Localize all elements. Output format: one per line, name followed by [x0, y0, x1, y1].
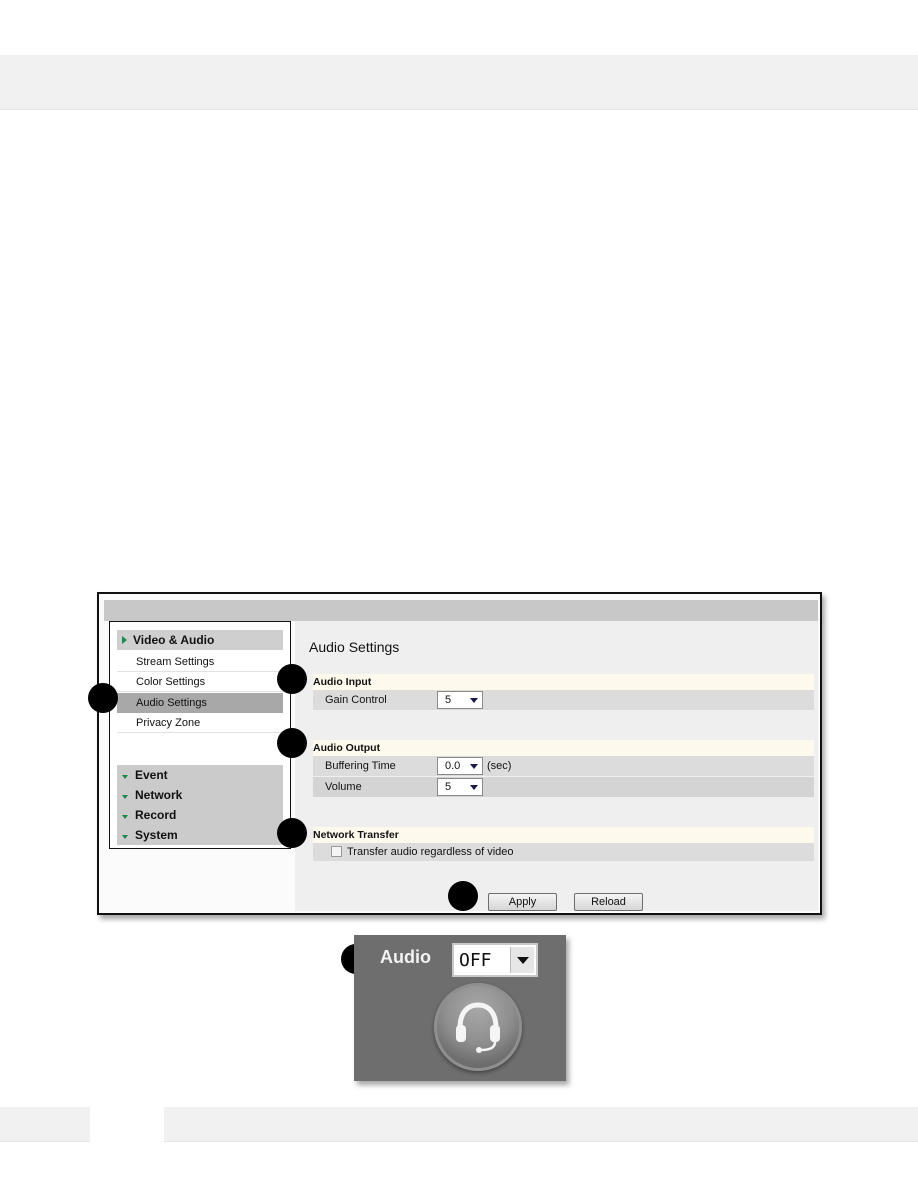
dropdown-arrow-icon — [517, 957, 529, 964]
dropdown-arrow-icon — [470, 698, 478, 703]
audio-control-panel: Audio OFF — [354, 935, 566, 1081]
nav-group-video-audio[interactable]: Video & Audio — [117, 630, 283, 650]
settings-content: Audio Settings Audio Input Gain Control … — [295, 621, 818, 911]
gain-control-label: Gain Control — [325, 694, 387, 706]
nav-group-label: Video & Audio — [133, 633, 215, 647]
gain-control-select[interactable]: 5 — [437, 691, 483, 709]
sidebar-item-audio-settings[interactable]: Audio Settings — [117, 693, 283, 713]
sidebar-item-color-settings[interactable]: Color Settings — [117, 672, 283, 692]
sidebar-item-stream-settings[interactable]: Stream Settings — [117, 652, 283, 672]
dropdown-arrow-icon — [470, 764, 478, 769]
section-header-audio-input: Audio Input — [313, 674, 814, 690]
callout-marker-audio-output — [277, 728, 307, 758]
row-volume: Volume 5 — [313, 777, 814, 797]
buffering-time-select[interactable]: 0.0 — [437, 757, 483, 775]
transfer-audio-label[interactable]: Transfer audio regardless of video — [347, 843, 514, 861]
audio-settings-screenshot: Video & Audio Stream Settings Color Sett… — [97, 592, 822, 915]
collapsed-nav-groups: Event Network Record System — [117, 765, 283, 845]
volume-select[interactable]: 5 — [437, 778, 483, 796]
page-footer-band-left — [0, 1107, 90, 1142]
callout-marker-sidebar — [88, 683, 118, 713]
collapse-arrow-icon — [122, 835, 128, 839]
dropdown-arrow-icon — [470, 785, 478, 790]
nav-group-event[interactable]: Event — [117, 765, 283, 785]
callout-marker-apply — [448, 881, 478, 911]
page-header-band — [0, 55, 918, 110]
sidebar-item-privacy-zone[interactable]: Privacy Zone — [117, 713, 283, 733]
collapse-arrow-icon — [122, 775, 128, 779]
buffering-time-unit: (sec) — [487, 760, 512, 772]
transfer-audio-checkbox[interactable] — [331, 846, 342, 857]
sidebar-nav: Video & Audio Stream Settings Color Sett… — [109, 621, 291, 849]
callout-marker-audio-input — [277, 664, 307, 694]
buffering-time-label: Buffering Time — [325, 760, 396, 772]
nav-group-record[interactable]: Record — [117, 805, 283, 825]
page-title: Audio Settings — [309, 639, 400, 655]
reload-button[interactable]: Reload — [574, 893, 643, 911]
page-footer-band-right — [164, 1107, 918, 1142]
nav-group-system[interactable]: System — [117, 825, 283, 845]
callout-marker-network-transfer — [277, 818, 307, 848]
headset-icon — [456, 1002, 500, 1053]
section-header-audio-output: Audio Output — [313, 740, 814, 756]
row-buffering-time: Buffering Time 0.0 (sec) — [313, 756, 814, 776]
volume-label: Volume — [325, 781, 362, 793]
collapse-arrow-icon — [122, 815, 128, 819]
row-gain-control: Gain Control 5 — [313, 690, 814, 710]
audio-mode-select[interactable]: OFF — [452, 943, 538, 977]
row-transfer-audio: Transfer audio regardless of video — [313, 843, 814, 861]
audio-select-dropdown-button[interactable] — [510, 947, 534, 973]
expand-arrow-icon — [122, 636, 127, 644]
nav-group-network[interactable]: Network — [117, 785, 283, 805]
top-bar — [104, 600, 818, 621]
apply-button[interactable]: Apply — [488, 893, 557, 911]
collapse-arrow-icon — [122, 795, 128, 799]
audio-label: Audio — [380, 947, 431, 967]
headset-button[interactable] — [434, 983, 522, 1071]
section-header-network-transfer: Network Transfer — [313, 827, 814, 843]
